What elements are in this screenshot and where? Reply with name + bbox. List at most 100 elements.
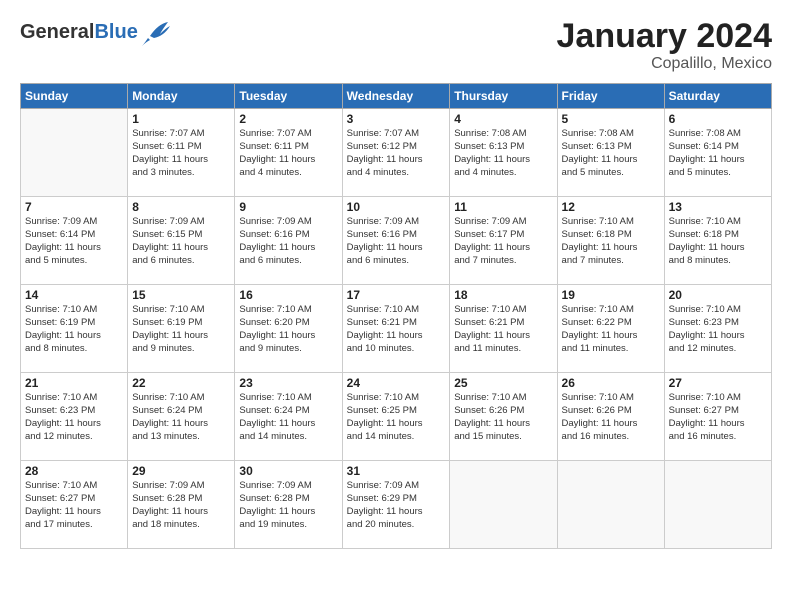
- calendar-cell: 14Sunrise: 7:10 AMSunset: 6:19 PMDayligh…: [21, 285, 128, 373]
- day-number: 26: [562, 376, 660, 390]
- calendar-cell: 4Sunrise: 7:08 AMSunset: 6:13 PMDaylight…: [450, 109, 557, 197]
- calendar-cell: [557, 461, 664, 549]
- calendar-cell: 24 Sunrise: 7:10 AMSunset: 6:25 PMDayligh…: [342, 373, 450, 461]
- day-info: Sunrise: 7:09 AMSunset: 6:17 PMDaylight:…: [454, 216, 552, 267]
- calendar-cell: 6 Sunrise: 7:08 AMSunset: 6:14 PMDaylight…: [664, 109, 771, 197]
- weekday-header: Wednesday: [342, 84, 450, 109]
- calendar-cell: 12Sunrise: 7:10 AMSunset: 6:18 PMDayligh…: [557, 197, 664, 285]
- day-number: 23: [239, 376, 337, 390]
- calendar-cell: 21Sunrise: 7:10 AMSunset: 6:23 PMDayligh…: [21, 373, 128, 461]
- calendar-cell: 19Sunrise: 7:10 AMSunset: 6:22 PMDayligh…: [557, 285, 664, 373]
- calendar-cell: 26 Sunrise: 7:10 AMSunset: 6:26 PMDayligh…: [557, 373, 664, 461]
- day-info: Sunrise: 7:10 AMSunset: 6:23 PMDaylight:…: [669, 304, 767, 355]
- calendar-cell: 25 Sunrise: 7:10 AMSunset: 6:26 PMDayligh…: [450, 373, 557, 461]
- day-info: Sunrise: 7:10 AMSunset: 6:26 PMDaylight:…: [562, 392, 660, 443]
- day-number: 20: [669, 288, 767, 302]
- calendar-cell: 23 Sunrise: 7:10 AMSunset: 6:24 PMDayligh…: [235, 373, 342, 461]
- day-number: 25: [454, 376, 552, 390]
- day-info: Sunrise: 7:10 AMSunset: 6:21 PMDaylight:…: [347, 304, 446, 355]
- day-info: Sunrise: 7:09 AMSunset: 6:28 PMDaylight:…: [132, 480, 230, 531]
- day-number: 28: [25, 464, 123, 478]
- calendar-cell: 5Sunrise: 7:08 AMSunset: 6:13 PMDaylight…: [557, 109, 664, 197]
- day-info: Sunrise: 7:09 AMSunset: 6:16 PMDaylight:…: [239, 216, 337, 267]
- day-info: Sunrise: 7:09 AMSunset: 6:16 PMDaylight:…: [347, 216, 446, 267]
- day-info: Sunrise: 7:09 AMSunset: 6:28 PMDaylight:…: [239, 480, 337, 531]
- logo-general: General: [20, 21, 94, 43]
- calendar-cell: 30 Sunrise: 7:09 AMSunset: 6:28 PMDayligh…: [235, 461, 342, 549]
- day-info: Sunrise: 7:10 AMSunset: 6:26 PMDaylight:…: [454, 392, 552, 443]
- weekday-header: Friday: [557, 84, 664, 109]
- calendar-cell: 2 Sunrise: 7:07 AMSunset: 6:11 PMDaylight…: [235, 109, 342, 197]
- calendar-cell: 9 Sunrise: 7:09 AMSunset: 6:16 PMDaylight…: [235, 197, 342, 285]
- calendar-cell: [664, 461, 771, 549]
- calendar-cell: 7 Sunrise: 7:09 AMSunset: 6:14 PMDaylight…: [21, 197, 128, 285]
- day-number: 9: [239, 200, 337, 214]
- header: GeneralBlue January 2024 Copalillo, Mexi…: [20, 18, 772, 73]
- day-number: 27: [669, 376, 767, 390]
- day-number: 17: [347, 288, 446, 302]
- day-info: Sunrise: 7:10 AMSunset: 6:18 PMDaylight:…: [669, 216, 767, 267]
- day-info: Sunrise: 7:07 AMSunset: 6:11 PMDaylight:…: [132, 128, 230, 179]
- page-subtitle: Copalillo, Mexico: [557, 55, 773, 73]
- day-info: Sunrise: 7:08 AMSunset: 6:14 PMDaylight:…: [669, 128, 767, 179]
- day-info: Sunrise: 7:09 AMSunset: 6:29 PMDaylight:…: [347, 480, 446, 531]
- day-number: 14: [25, 288, 123, 302]
- day-number: 2: [239, 112, 337, 126]
- day-number: 16: [239, 288, 337, 302]
- calendar-header-row: SundayMondayTuesdayWednesdayThursdayFrid…: [21, 84, 772, 109]
- day-info: Sunrise: 7:10 AMSunset: 6:19 PMDaylight:…: [132, 304, 230, 355]
- calendar-cell: 22 Sunrise: 7:10 AMSunset: 6:24 PMDayligh…: [128, 373, 235, 461]
- calendar-cell: 31Sunrise: 7:09 AMSunset: 6:29 PMDayligh…: [342, 461, 450, 549]
- day-number: 12: [562, 200, 660, 214]
- day-number: 19: [562, 288, 660, 302]
- logo-blue: Blue: [94, 21, 137, 43]
- day-number: 7: [25, 200, 123, 214]
- calendar-cell: [450, 461, 557, 549]
- calendar-cell: 20 Sunrise: 7:10 AMSunset: 6:23 PMDayligh…: [664, 285, 771, 373]
- logo: GeneralBlue: [20, 18, 170, 46]
- calendar-cell: 11 Sunrise: 7:09 AMSunset: 6:17 PMDayligh…: [450, 197, 557, 285]
- day-number: 21: [25, 376, 123, 390]
- calendar-cell: 8 Sunrise: 7:09 AMSunset: 6:15 PMDaylight…: [128, 197, 235, 285]
- calendar-cell: 29 Sunrise: 7:09 AMSunset: 6:28 PMDayligh…: [128, 461, 235, 549]
- day-info: Sunrise: 7:10 AMSunset: 6:21 PMDaylight:…: [454, 304, 552, 355]
- day-info: Sunrise: 7:08 AMSunset: 6:13 PMDaylight:…: [454, 128, 552, 179]
- day-number: 10: [347, 200, 446, 214]
- calendar-cell: 16 Sunrise: 7:10 AMSunset: 6:20 PMDayligh…: [235, 285, 342, 373]
- day-number: 13: [669, 200, 767, 214]
- day-number: 8: [132, 200, 230, 214]
- day-info: Sunrise: 7:10 AMSunset: 6:24 PMDaylight:…: [132, 392, 230, 443]
- day-number: 24: [347, 376, 446, 390]
- calendar-cell: 18Sunrise: 7:10 AMSunset: 6:21 PMDayligh…: [450, 285, 557, 373]
- weekday-header: Sunday: [21, 84, 128, 109]
- calendar-cell: 15 Sunrise: 7:10 AMSunset: 6:19 PMDayligh…: [128, 285, 235, 373]
- calendar-cell: 27 Sunrise: 7:10 AMSunset: 6:27 PMDayligh…: [664, 373, 771, 461]
- title-block: January 2024 Copalillo, Mexico: [557, 18, 773, 73]
- day-info: Sunrise: 7:07 AMSunset: 6:12 PMDaylight:…: [347, 128, 446, 179]
- calendar-cell: 1 Sunrise: 7:07 AMSunset: 6:11 PMDaylight…: [128, 109, 235, 197]
- day-info: Sunrise: 7:09 AMSunset: 6:14 PMDaylight:…: [25, 216, 123, 267]
- day-number: 15: [132, 288, 230, 302]
- calendar-cell: 3 Sunrise: 7:07 AMSunset: 6:12 PMDaylight…: [342, 109, 450, 197]
- page-title: January 2024: [557, 18, 773, 55]
- day-number: 22: [132, 376, 230, 390]
- day-info: Sunrise: 7:10 AMSunset: 6:20 PMDaylight:…: [239, 304, 337, 355]
- day-info: Sunrise: 7:08 AMSunset: 6:13 PMDaylight:…: [562, 128, 660, 179]
- day-number: 6: [669, 112, 767, 126]
- calendar-table: SundayMondayTuesdayWednesdayThursdayFrid…: [20, 83, 772, 549]
- day-info: Sunrise: 7:10 AMSunset: 6:27 PMDaylight:…: [669, 392, 767, 443]
- calendar-cell: 13 Sunrise: 7:10 AMSunset: 6:18 PMDayligh…: [664, 197, 771, 285]
- day-info: Sunrise: 7:10 AMSunset: 6:24 PMDaylight:…: [239, 392, 337, 443]
- day-number: 1: [132, 112, 230, 126]
- day-info: Sunrise: 7:07 AMSunset: 6:11 PMDaylight:…: [239, 128, 337, 179]
- day-number: 30: [239, 464, 337, 478]
- logo-bird-icon: [140, 18, 170, 46]
- weekday-header: Saturday: [664, 84, 771, 109]
- day-info: Sunrise: 7:10 AMSunset: 6:27 PMDaylight:…: [25, 480, 123, 531]
- day-number: 11: [454, 200, 552, 214]
- calendar-cell: 10 Sunrise: 7:09 AMSunset: 6:16 PMDayligh…: [342, 197, 450, 285]
- day-number: 29: [132, 464, 230, 478]
- day-info: Sunrise: 7:09 AMSunset: 6:15 PMDaylight:…: [132, 216, 230, 267]
- day-number: 3: [347, 112, 446, 126]
- day-info: Sunrise: 7:10 AMSunset: 6:25 PMDaylight:…: [347, 392, 446, 443]
